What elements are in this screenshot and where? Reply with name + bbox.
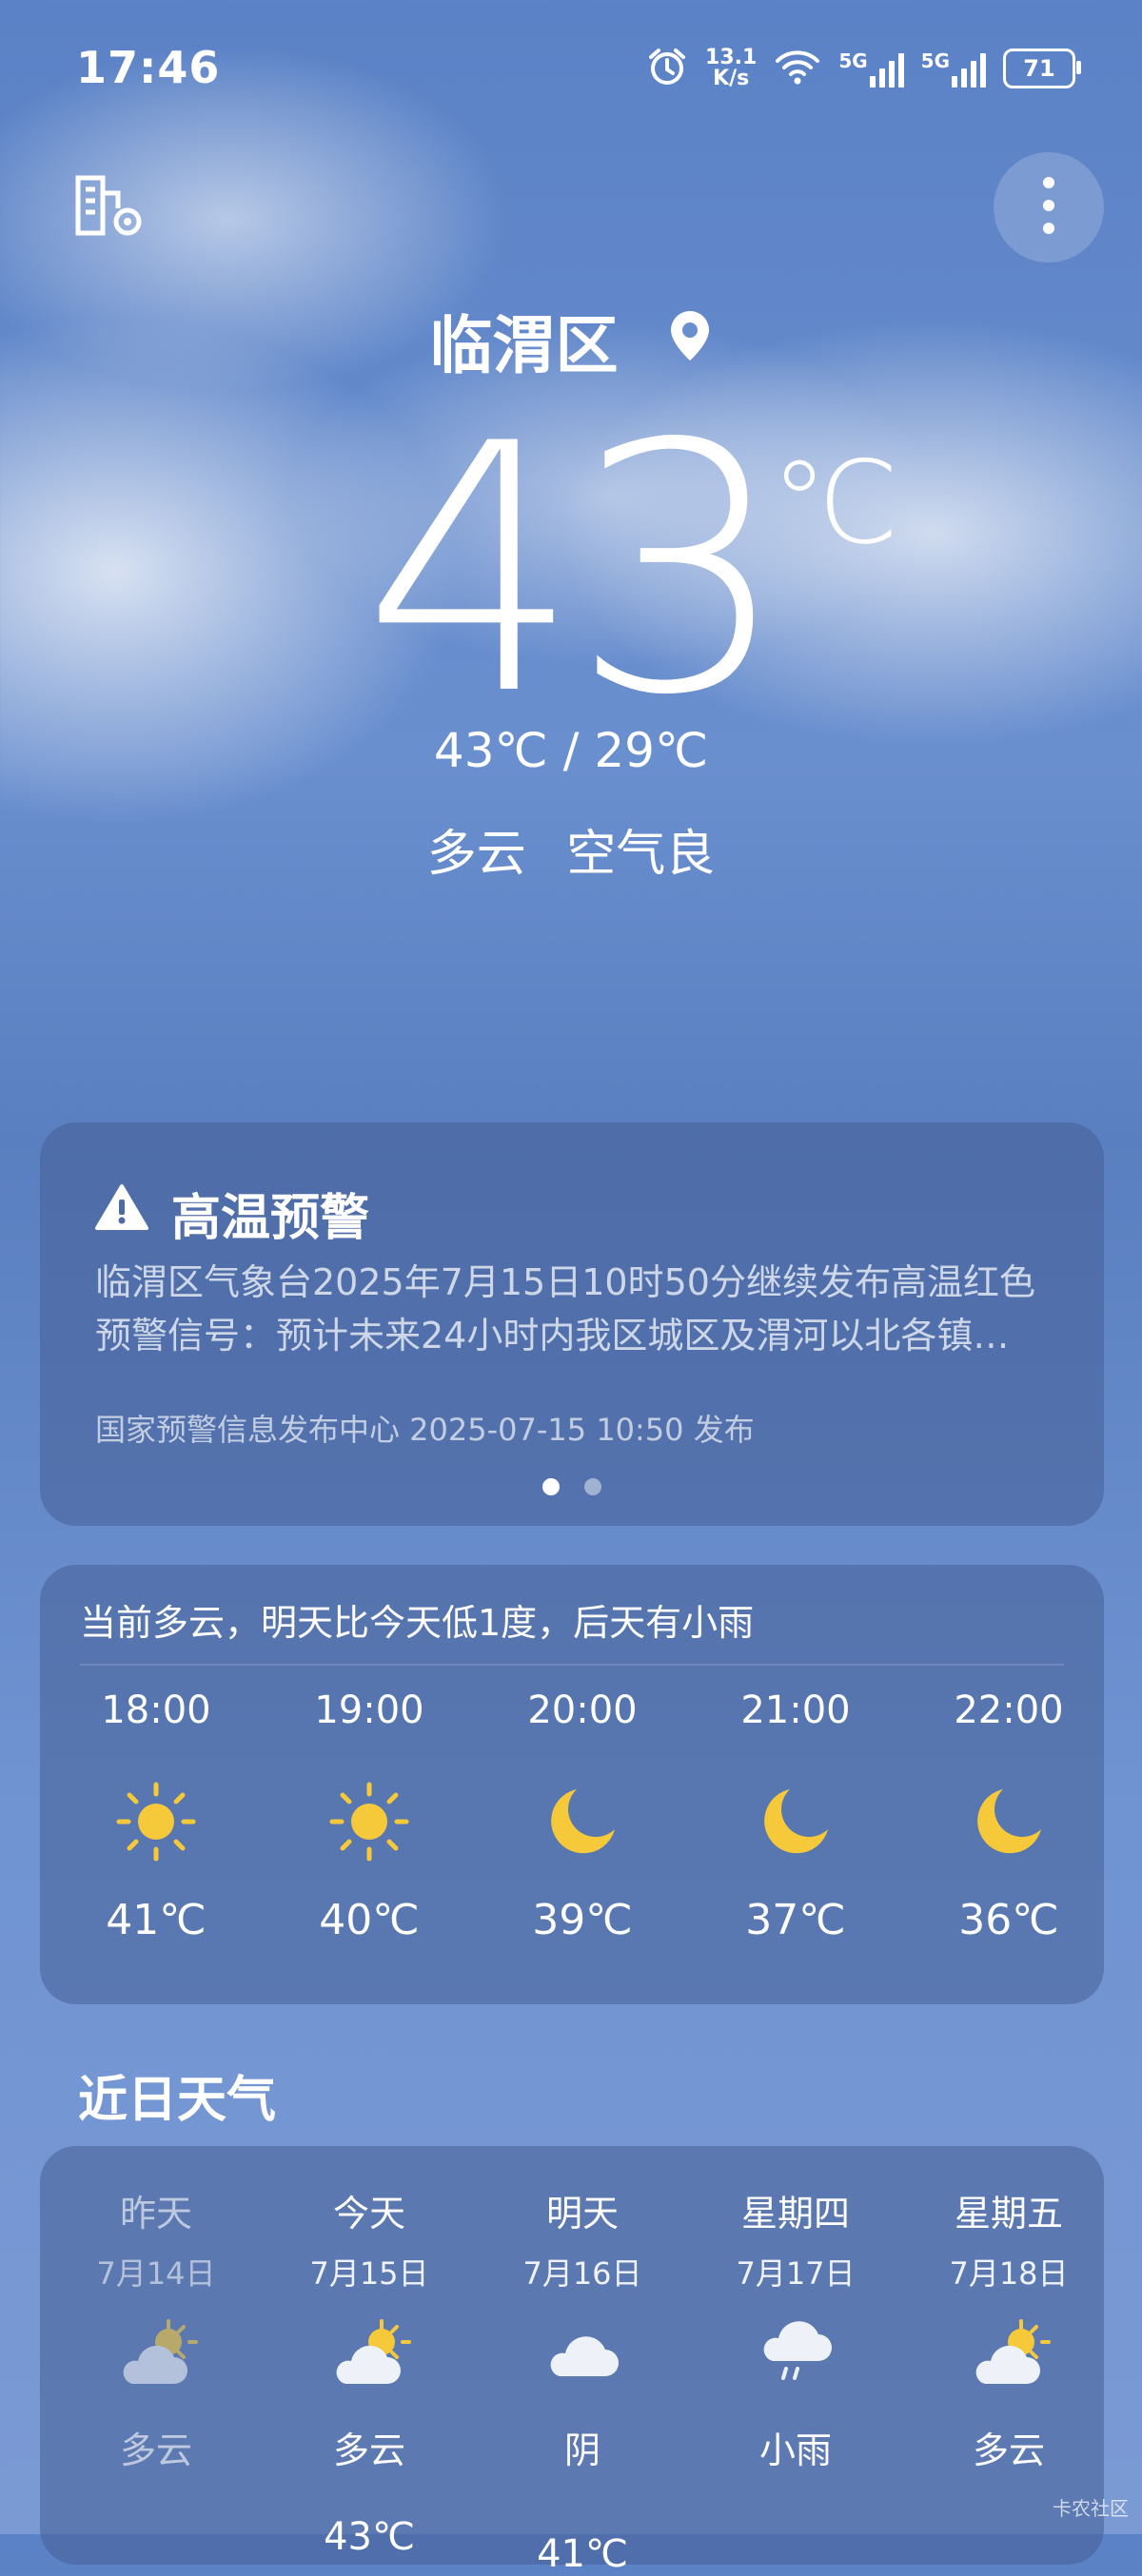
forecast-summary: 当前多云，明天比今天低1度，后天有小雨 (80, 1602, 755, 1644)
hourly-forecast-card[interactable]: 当前多云，明天比今天低1度，后天有小雨 18:00 41℃ 19:00 40℃ 20:0… (40, 1565, 1104, 2004)
moon-icon (689, 1774, 902, 1869)
alert-pager (40, 1478, 1104, 1495)
pager-dot-1[interactable] (542, 1478, 560, 1495)
day-name: 昨天 (119, 2193, 192, 2234)
hourly-item: 22:00 36℃ (902, 1688, 1115, 1944)
signal-sim2-icon: 5G (921, 49, 986, 88)
hour-time: 22:00 (954, 1688, 1064, 1732)
day-name: 今天 (332, 2193, 405, 2234)
alert-text: 临渭区气象台2025年7月15日10时50分继续发布高温红色预警信号：预计未来2… (95, 1261, 1035, 1356)
day-high-temperature: 43℃ (324, 2515, 415, 2559)
battery-icon: 71 (1003, 49, 1081, 88)
daily-item[interactable]: 星期四 7月17日小雨 (689, 2184, 902, 2515)
watermark: 卡农社区 (1053, 2497, 1129, 2520)
wifi-icon (774, 48, 821, 89)
hourly-item: 21:00 37℃ (689, 1688, 902, 1944)
day-condition: 多云 (332, 2430, 405, 2471)
daily-item[interactable]: 星期五 7月18日多云 (902, 2184, 1115, 2515)
temperature-range: 43℃ / 29℃ (433, 723, 709, 778)
day-condition: 多云 (972, 2430, 1045, 2471)
status-time: 17:46 (76, 42, 221, 93)
day-date: 7月16日 (522, 2255, 642, 2292)
divider (80, 1664, 1064, 1666)
rain-icon (689, 2311, 902, 2396)
daily-forecast-card[interactable]: 昨天 7月14日多云 今天 7月15日多云 43℃ 明天 7月16日阴 41℃ 星期四 7月17日… (40, 2146, 1104, 2576)
daily-item[interactable]: 昨天 7月14日多云 (49, 2184, 263, 2515)
alert-title: 高温预警 (95, 1178, 369, 1249)
status-icons: 13.1 K/s 5G 5G 71 (646, 42, 1081, 95)
hourly-item: 20:00 39℃ (476, 1688, 689, 1944)
more-menu-button[interactable] (994, 152, 1104, 263)
day-date: 7月15日 (309, 2255, 429, 2292)
partly-cloudy-icon (902, 2311, 1115, 2396)
day-condition: 阴 (563, 2430, 601, 2471)
day-date: 7月14日 (96, 2255, 216, 2292)
sun-icon (263, 1774, 476, 1869)
hourly-item: 18:00 41℃ (49, 1688, 263, 1944)
hour-time: 21:00 (740, 1688, 851, 1732)
moon-icon (476, 1774, 689, 1869)
alarm-icon (646, 46, 688, 91)
day-name: 星期五 (954, 2193, 1063, 2234)
cloud-icon (476, 2311, 689, 2396)
day-date: 7月18日 (949, 2255, 1069, 2292)
hour-temperature: 40℃ (319, 1896, 420, 1944)
day-name: 明天 (545, 2193, 619, 2234)
hour-time: 19:00 (314, 1688, 424, 1732)
daily-item[interactable]: 明天 7月16日阴 41℃ (476, 2184, 689, 2576)
pager-dot-2[interactable] (584, 1478, 601, 1495)
day-condition: 多云 (119, 2430, 192, 2471)
network-speed: 13.1 K/s (705, 46, 758, 90)
more-vertical-icon (1041, 175, 1056, 240)
signal-sim1-icon: 5G (838, 49, 904, 88)
moon-icon (902, 1774, 1115, 1869)
weather-condition: 多云 (426, 826, 526, 883)
location-pin-icon (668, 304, 712, 378)
alert-source: 国家预警信息发布中心 2025-07-15 10:50 发布 (95, 1412, 755, 1448)
weather-alert-card[interactable]: 高温预警 临渭区气象台2025年7月15日10时50分继续发布高温红色预警信号：… (40, 1122, 1104, 1526)
section-title: 近日天气 (78, 2072, 277, 2129)
hour-time: 18:00 (101, 1688, 211, 1732)
daily-item[interactable]: 今天 7月15日多云 43℃ (263, 2184, 476, 2559)
hour-temperature: 39℃ (532, 1896, 633, 1944)
hour-temperature: 37℃ (745, 1896, 846, 1944)
current-temperature: 43 (362, 371, 789, 770)
city-manage-button[interactable] (55, 152, 166, 263)
temperature-unit: ℃ (771, 438, 899, 570)
air-quality[interactable]: 空气良 (566, 826, 715, 883)
hour-temperature: 36℃ (958, 1896, 1059, 1944)
hour-temperature: 41℃ (106, 1896, 207, 1944)
day-date: 7月17日 (736, 2255, 856, 2292)
hourly-item: 19:00 40℃ (263, 1688, 476, 1944)
day-condition: 小雨 (758, 2430, 832, 2471)
sun-icon (49, 1774, 263, 1869)
hour-time: 20:00 (527, 1688, 638, 1732)
partly-cloudy-icon (49, 2311, 263, 2396)
partly-cloudy-icon (263, 2311, 476, 2396)
city-settings-icon (74, 172, 147, 243)
current-condition: 多云 空气良 (0, 813, 1142, 885)
warning-icon (95, 1183, 148, 1243)
day-name: 星期四 (740, 2193, 850, 2234)
day-high-temperature: 41℃ (537, 2532, 628, 2576)
